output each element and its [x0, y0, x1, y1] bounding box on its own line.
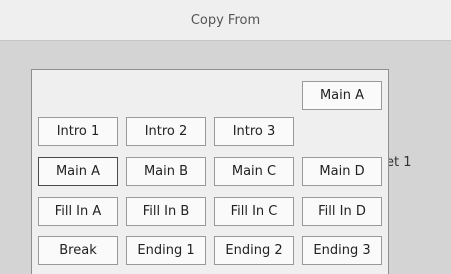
fill-in-c-button[interactable]: Fill In C [214, 197, 294, 226]
ending-2-button[interactable]: Ending 2 [214, 236, 294, 265]
intro-2-button[interactable]: Intro 2 [126, 117, 206, 146]
ending-1-button[interactable]: Ending 1 [126, 236, 206, 265]
intro-1-button[interactable]: Intro 1 [38, 117, 118, 146]
page-title: Copy From [190, 12, 261, 28]
title-bar: Copy From [0, 0, 451, 41]
main-b-button[interactable]: Main B [126, 157, 206, 186]
main-a-button[interactable]: Main A [38, 157, 118, 186]
ending-3-button[interactable]: Ending 3 [302, 236, 382, 265]
main-c-button[interactable]: Main C [214, 157, 294, 186]
fill-in-b-button[interactable]: Fill In B [126, 197, 206, 226]
fill-in-a-button[interactable]: Fill In A [38, 197, 118, 226]
break-button[interactable]: Break [38, 236, 118, 265]
fill-in-d-button[interactable]: Fill In D [302, 197, 382, 226]
main-d-button[interactable]: Main D [302, 157, 382, 186]
copy-from-popup: Main A Intro 1 Intro 2 Intro 3 Main A Ma… [31, 69, 389, 274]
background-label: et 1 [386, 155, 412, 170]
intro-3-button[interactable]: Intro 3 [214, 117, 294, 146]
top-main-a-button[interactable]: Main A [302, 81, 382, 110]
